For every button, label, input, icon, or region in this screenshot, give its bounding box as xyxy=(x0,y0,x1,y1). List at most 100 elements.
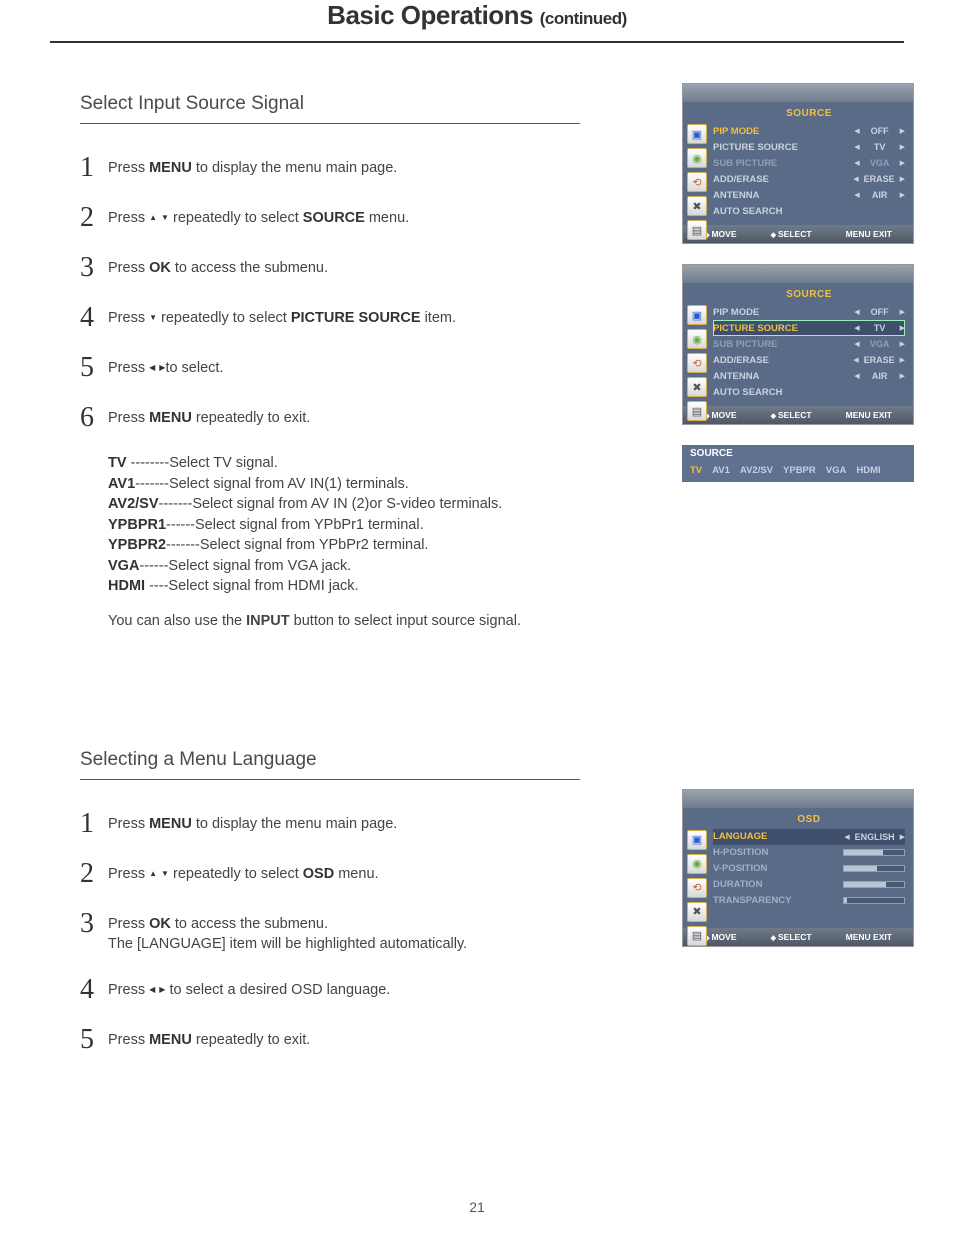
page-title: Basic Operations (continued) xyxy=(0,0,954,31)
osd-tab-icon: ▤ xyxy=(687,220,707,240)
down-arrow-icon xyxy=(161,213,169,224)
footer-exit: MENU EXIT xyxy=(846,229,892,239)
footer-select: SELECT xyxy=(771,932,812,942)
right-arrow-icon: ▶ xyxy=(900,324,905,332)
osd-body: ▣◉⟲✖▤SOURCEPIP MODE◀OFF▶PICTURE SOURCE◀T… xyxy=(683,283,913,406)
osd-footer: MOVESELECTMENU EXIT xyxy=(683,928,913,946)
osd-row: AUTO SEARCH xyxy=(713,384,905,400)
step-number: 2 xyxy=(80,204,108,232)
step-text: Press to select a desired OSD language. xyxy=(108,976,390,1001)
final-note-b: INPUT xyxy=(246,613,290,629)
left-arrow-icon: ◀ xyxy=(854,308,859,316)
right-arrow-icon: ▶ xyxy=(900,159,905,167)
source-bar-item: YPBPR xyxy=(783,465,816,476)
right-arrow-icon: ▶ xyxy=(900,340,905,348)
section2-steps: 1Press MENU to display the menu main pag… xyxy=(80,810,620,1054)
section-select-input: Select Input Source Signal 1Press MENU t… xyxy=(80,93,914,629)
osd-value: ENGLISH xyxy=(855,832,895,842)
right-arrow-icon: ▶ xyxy=(900,143,905,151)
footer-move: MOVE xyxy=(704,229,736,239)
picture-tab-icon: ▣ xyxy=(687,124,707,144)
osd-label: SUB PICTURE xyxy=(713,158,777,169)
right-arrow-icon: ▶ xyxy=(900,356,905,364)
osd-value: OFF xyxy=(865,307,895,317)
osd-value: OFF xyxy=(865,126,895,136)
osd-stack-2: ▣◉⟲✖▤OSDLANGUAGE◀ENGLISH▶H-POSITIONV-POS… xyxy=(682,789,914,967)
source-tab-icon: ⟲ xyxy=(687,353,707,373)
osd-tab-icon: ▤ xyxy=(687,401,707,421)
source-bar-item: TV xyxy=(690,465,702,476)
osd-label: H-POSITION xyxy=(713,847,768,858)
step-number: 1 xyxy=(80,810,108,838)
audio-tab-icon: ◉ xyxy=(687,148,707,168)
osd-body: ▣◉⟲✖▤SOURCEPIP MODE◀OFF▶PICTURE SOURCE◀T… xyxy=(683,102,913,225)
signal-item: YPBPR2-------Select signal from YPbPr2 t… xyxy=(108,536,914,556)
osd-footer: MOVESELECTMENU EXIT xyxy=(683,225,913,243)
right-arrow-icon: ▶ xyxy=(900,175,905,183)
left-arrow-icon xyxy=(149,985,155,996)
left-arrow-icon: ◀ xyxy=(854,191,859,199)
step-text: Press OK to access the submenu. xyxy=(108,254,328,279)
source-bar-item: VGA xyxy=(826,465,847,476)
signal-item: AV2/SV-------Select signal from AV IN (2… xyxy=(108,495,914,515)
osd-value: AIR xyxy=(865,371,895,381)
osd-stack-1: ▣ ◉ ⟲ ✖ ▤ SOURCE PIP MODE◀OFF▶ PICTURE SOURCE ◀ T… xyxy=(682,83,914,482)
footer-exit: MENU EXIT xyxy=(846,932,892,942)
right-arrow-icon: ▶ xyxy=(900,308,905,316)
osd-tab-icon: ▤ xyxy=(687,926,707,946)
osd-row: PIP MODE◀OFF▶ xyxy=(713,123,905,139)
osd-row: ANTENNA◀AIR▶ xyxy=(713,187,905,203)
slider xyxy=(843,865,905,872)
left-arrow-icon: ◀ xyxy=(854,159,859,167)
step-number: 4 xyxy=(80,304,108,332)
osd-row: ANTENNA◀AIR▶ xyxy=(713,368,905,384)
osd-header xyxy=(683,265,913,283)
title-cont: (continued) xyxy=(540,9,627,28)
osd-title: SOURCE xyxy=(713,108,905,119)
setup-tab-icon: ✖ xyxy=(687,196,707,216)
step-number: 2 xyxy=(80,860,108,888)
osd-label: ADD/ERASE xyxy=(713,355,769,366)
osd-tab-icons: ▣◉⟲✖▤ xyxy=(687,305,707,421)
source-bar-title: SOURCE xyxy=(682,445,914,462)
osd-row: V-POSITION xyxy=(713,861,905,877)
section1-divider xyxy=(80,123,580,124)
section-menu-language: Selecting a Menu Language 1Press MENU to… xyxy=(80,749,914,1054)
osd-row: ADD/ERASE◀ERASE▶ xyxy=(713,352,905,368)
down-arrow-icon xyxy=(161,869,169,880)
osd-tab-icons: ▣◉⟲✖▤ xyxy=(687,830,707,946)
source-bar-row: TVAV1AV2/SVYPBPRVGAHDMI xyxy=(682,462,914,482)
audio-tab-icon: ◉ xyxy=(687,854,707,874)
osd-label: PICTURE SOURCE xyxy=(713,142,798,153)
step-number: 3 xyxy=(80,910,108,938)
osd-label: DURATION xyxy=(713,879,762,890)
slider xyxy=(843,849,905,856)
osd-label: ANTENNA xyxy=(713,371,759,382)
osd-value: ERASE xyxy=(864,174,895,184)
osd-label: AUTO SEARCH xyxy=(713,206,783,217)
osd-row: AUTO SEARCH xyxy=(713,203,905,219)
down-arrow-icon xyxy=(149,313,157,324)
source-tab-icon: ⟲ xyxy=(687,172,707,192)
osd-row: LANGUAGE◀ENGLISH▶ xyxy=(713,829,905,845)
step-text: Press MENU to display the menu main page… xyxy=(108,154,397,179)
osd-row: SUB PICTURE◀VGA▶ xyxy=(713,336,905,352)
section2-title: Selecting a Menu Language xyxy=(80,749,914,771)
step-number: 5 xyxy=(80,1026,108,1054)
step-text: Press repeatedly to select OSD menu. xyxy=(108,860,379,885)
audio-tab-icon: ◉ xyxy=(687,329,707,349)
osd-tab-icons: ▣ ◉ ⟲ ✖ ▤ xyxy=(687,124,707,240)
final-note-pre: You can also use the xyxy=(108,613,246,629)
footer-exit: MENU EXIT xyxy=(846,410,892,420)
osd-value: ERASE xyxy=(864,355,895,365)
step-number: 1 xyxy=(80,154,108,182)
osd-label: TRANSPARENCY xyxy=(713,895,791,906)
osd-label: ANTENNA xyxy=(713,190,759,201)
osd-value: VGA xyxy=(865,158,895,168)
slider xyxy=(843,897,905,904)
osd-osd-menu: ▣◉⟲✖▤OSDLANGUAGE◀ENGLISH▶H-POSITIONV-POS… xyxy=(682,789,914,947)
left-arrow-icon: ◀ xyxy=(854,372,859,380)
step-text: Press OK to access the submenu.The [LANG… xyxy=(108,910,467,954)
source-bar-item: AV2/SV xyxy=(740,465,773,476)
final-note: You can also use the INPUT button to sel… xyxy=(108,613,914,629)
